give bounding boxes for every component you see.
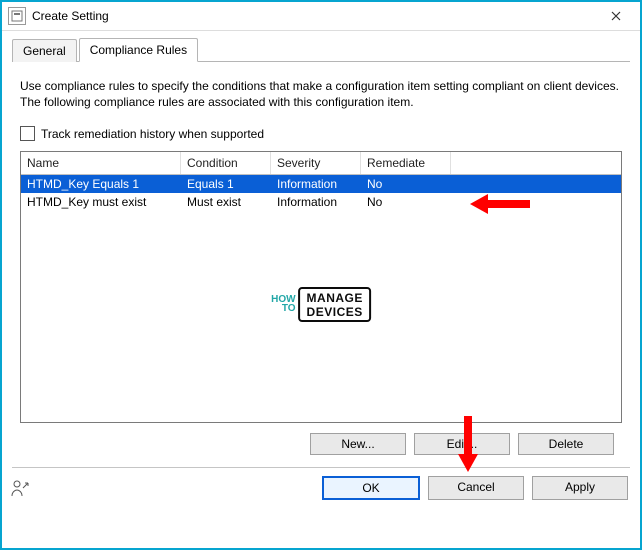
user-icon bbox=[10, 478, 30, 498]
checkbox-icon bbox=[20, 126, 35, 141]
table-row[interactable]: HTMD_Key Equals 1 Equals 1 Information N… bbox=[21, 175, 621, 193]
description-text: Use compliance rules to specify the cond… bbox=[20, 78, 622, 110]
app-icon bbox=[8, 7, 26, 25]
cell-severity: Information bbox=[271, 175, 361, 193]
track-remediation-checkbox[interactable]: Track remediation history when supported bbox=[20, 126, 622, 141]
tab-compliance-rules[interactable]: Compliance Rules bbox=[79, 38, 198, 62]
cell-condition: Equals 1 bbox=[181, 175, 271, 193]
new-button[interactable]: New... bbox=[310, 433, 406, 455]
edit-button[interactable]: Edit... bbox=[414, 433, 510, 455]
col-name[interactable]: Name bbox=[21, 152, 181, 174]
tab-strip: General Compliance Rules bbox=[12, 37, 630, 62]
apply-button[interactable]: Apply bbox=[532, 476, 628, 500]
col-condition[interactable]: Condition bbox=[181, 152, 271, 174]
cell-severity: Information bbox=[271, 193, 361, 211]
table-row[interactable]: HTMD_Key must exist Must exist Informati… bbox=[21, 193, 621, 211]
dialog-footer: OK Cancel Apply bbox=[2, 468, 640, 500]
row-action-buttons: New... Edit... Delete bbox=[20, 433, 614, 455]
cell-remediate: No bbox=[361, 175, 451, 193]
cell-name: HTMD_Key Equals 1 bbox=[21, 175, 181, 193]
ok-button[interactable]: OK bbox=[322, 476, 420, 500]
tab-general[interactable]: General bbox=[12, 39, 77, 62]
close-icon bbox=[611, 11, 621, 21]
grid-header: Name Condition Severity Remediate bbox=[21, 152, 621, 175]
col-severity[interactable]: Severity bbox=[271, 152, 361, 174]
close-button[interactable] bbox=[596, 2, 636, 30]
titlebar: Create Setting bbox=[2, 2, 640, 31]
rules-grid: Name Condition Severity Remediate HTMD_K… bbox=[20, 151, 622, 423]
delete-button[interactable]: Delete bbox=[518, 433, 614, 455]
grid-body: HTMD_Key Equals 1 Equals 1 Information N… bbox=[21, 175, 621, 422]
track-remediation-label: Track remediation history when supported bbox=[41, 127, 264, 141]
cell-name: HTMD_Key must exist bbox=[21, 193, 181, 211]
cancel-button[interactable]: Cancel bbox=[428, 476, 524, 500]
window-title: Create Setting bbox=[32, 9, 109, 23]
cell-condition: Must exist bbox=[181, 193, 271, 211]
cell-remediate: No bbox=[361, 193, 451, 211]
col-remediate[interactable]: Remediate bbox=[361, 152, 451, 174]
